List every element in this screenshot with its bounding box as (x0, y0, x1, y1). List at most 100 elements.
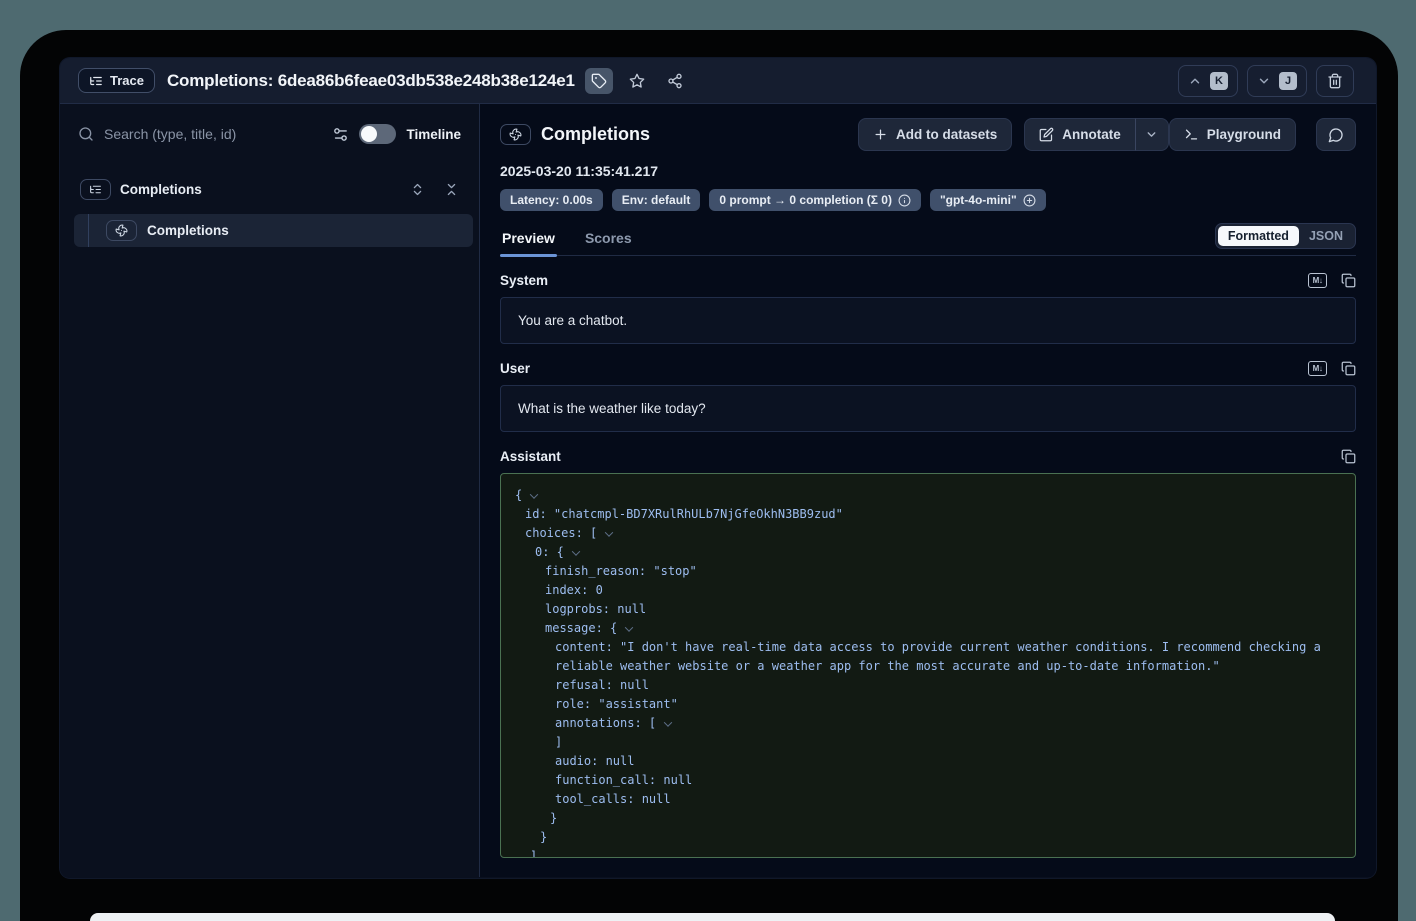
comment-bubble-icon (1328, 127, 1344, 143)
collapse-caret-icon[interactable] (572, 547, 580, 555)
info-icon (898, 194, 911, 207)
assistant-json-output[interactable]: {id: "chatcmpl-BD7XRulRhULb7NjGfeOkhN3BB… (500, 473, 1356, 858)
annotate-dropdown-button[interactable] (1135, 118, 1169, 151)
copy-icon[interactable] (1341, 361, 1356, 376)
star-button[interactable] (623, 68, 651, 94)
tree-root-item[interactable]: Completions (60, 174, 479, 204)
observation-title: Completions (541, 124, 650, 145)
trace-titlebar: Trace Completions: 6dea86b6feae03db538e2… (60, 58, 1376, 104)
user-section-title: User (500, 361, 530, 376)
view-mode-toggle: Formatted JSON (1215, 223, 1356, 249)
collapse-all-icon[interactable] (444, 182, 459, 197)
plus-circle-icon (1023, 194, 1036, 207)
code-line: logprobs: null (515, 600, 1341, 619)
trash-icon (1327, 73, 1343, 89)
comments-button[interactable] (1316, 118, 1356, 151)
kbd-j: J (1279, 72, 1297, 90)
prev-trace-button[interactable]: K (1178, 65, 1238, 97)
code-line: annotations: [ (515, 714, 1341, 733)
star-icon (629, 73, 645, 89)
system-message-box: You are a chatbot. (500, 297, 1356, 344)
code-line: } (515, 828, 1341, 847)
observation-timestamp: 2025-03-20 11:35:41.217 (500, 163, 1356, 179)
tab-scores[interactable]: Scores (583, 230, 634, 255)
code-line: role: "assistant" (515, 695, 1341, 714)
plus-icon (873, 127, 888, 142)
tree-child-label: Completions (147, 223, 229, 238)
app-window: Trace Completions: 6dea86b6feae03db538e2… (60, 58, 1376, 878)
tag-icon (591, 73, 607, 89)
collapse-caret-icon[interactable] (625, 623, 633, 631)
next-trace-button[interactable]: J (1247, 65, 1307, 97)
tree-root-label: Completions (120, 182, 202, 197)
token-usage-badge[interactable]: 0 prompt → 0 completion (Σ 0) (709, 189, 921, 211)
code-line: message: { (515, 619, 1341, 638)
system-section: System M↓ You are a chatbot. (500, 273, 1356, 344)
code-line: id: "chatcmpl-BD7XRulRhULb7NjGfeOkhN3BB9… (515, 505, 1341, 524)
toggle-knob (361, 126, 377, 142)
list-tree-icon (89, 183, 102, 196)
tab-preview[interactable]: Preview (500, 230, 557, 255)
code-line: tool_calls: null (515, 790, 1341, 809)
playground-button[interactable]: Playground (1169, 118, 1296, 151)
list-tree-icon (89, 74, 103, 88)
pen-square-icon (1039, 127, 1054, 142)
markdown-toggle-icon[interactable]: M↓ (1308, 273, 1327, 288)
trace-tree: Completions Completions (60, 174, 479, 247)
terminal-icon (1184, 127, 1199, 142)
collapse-caret-icon[interactable] (605, 528, 613, 536)
header-actions: Add to datasets Annotate (858, 118, 1356, 151)
latency-badge: Latency: 0.00s (500, 189, 603, 211)
metric-chips: Latency: 0.00s Env: default 0 prompt → 0… (500, 189, 1356, 211)
device-frame: Trace Completions: 6dea86b6feae03db538e2… (20, 30, 1398, 921)
copy-icon[interactable] (1341, 449, 1356, 464)
code-line: choices: [ (515, 524, 1341, 543)
code-line: content: "I don't have real-time data ac… (515, 638, 1341, 676)
code-line: index: 0 (515, 581, 1341, 600)
tag-button[interactable] (585, 68, 613, 94)
observation-detail-panel: Completions Add to datasets Annotate (480, 104, 1376, 877)
trace-tree-sidebar: Timeline Completions (60, 104, 480, 877)
add-to-datasets-button[interactable]: Add to datasets (858, 118, 1012, 151)
view-json-segment[interactable]: JSON (1299, 226, 1353, 246)
search-input[interactable] (104, 126, 322, 142)
chevron-down-icon (1257, 74, 1271, 88)
code-line: 0: { (515, 543, 1341, 562)
collapse-caret-icon[interactable] (530, 490, 538, 498)
tree-generation-item-selected[interactable]: Completions (74, 214, 473, 247)
annotate-button[interactable]: Annotate (1024, 118, 1135, 151)
detail-tabs: Preview Scores Formatted JSON (500, 223, 1356, 256)
observation-header: Completions Add to datasets Annotate (500, 118, 1356, 151)
view-formatted-segment[interactable]: Formatted (1218, 226, 1299, 246)
trace-title: Completions: 6dea86b6feae03db538e248b38e… (167, 71, 575, 91)
model-badge[interactable]: "gpt-4o-mini" (930, 189, 1046, 211)
code-line: finish_reason: "stop" (515, 562, 1341, 581)
trace-type-badge: Trace (78, 68, 155, 93)
timeline-label: Timeline (406, 127, 461, 142)
fan-generation-icon (509, 128, 522, 141)
copy-icon[interactable] (1341, 273, 1356, 288)
system-section-title: System (500, 273, 548, 288)
fan-generation-icon (115, 224, 128, 237)
collapse-caret-icon[interactable] (664, 718, 672, 726)
code-line: audio: null (515, 752, 1341, 771)
assistant-section-title: Assistant (500, 449, 561, 464)
markdown-toggle-icon[interactable]: M↓ (1308, 361, 1327, 376)
playground-label: Playground (1207, 127, 1281, 142)
timeline-toggle[interactable] (359, 124, 396, 144)
annotate-split-button: Annotate (1024, 118, 1169, 151)
generation-badge (500, 124, 531, 145)
tree-guide-line (88, 214, 89, 247)
trace-node-badge (80, 179, 111, 200)
user-section: User M↓ What is the weather like today? (500, 361, 1356, 432)
expand-all-icon[interactable] (410, 182, 425, 197)
annotate-label: Annotate (1062, 127, 1121, 142)
share-icon (667, 73, 683, 89)
code-line: refusal: null (515, 676, 1341, 695)
share-button[interactable] (661, 68, 689, 94)
search-icon (78, 126, 94, 142)
code-line: ] (515, 847, 1341, 858)
code-line: { (515, 486, 1341, 505)
filter-sliders-icon[interactable] (332, 126, 349, 143)
delete-trace-button[interactable] (1316, 65, 1354, 97)
